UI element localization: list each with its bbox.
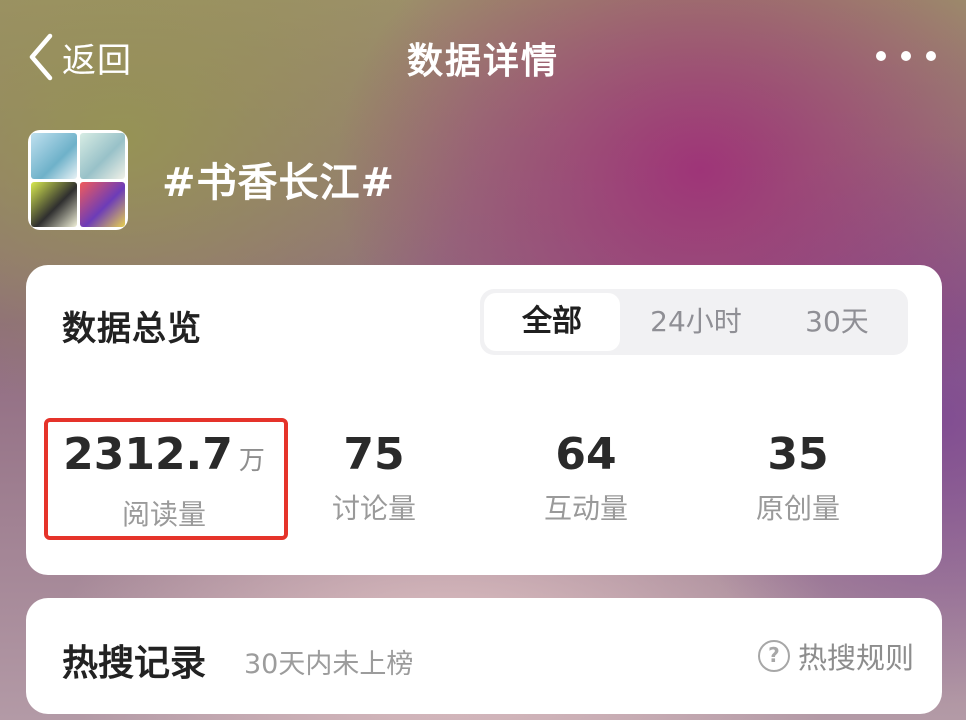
stat-label: 原创量	[755, 492, 840, 525]
stat-value: 75	[343, 429, 405, 480]
stat-discussions[interactable]: 75 讨论量	[264, 425, 484, 527]
thumbnail-tile	[79, 181, 125, 227]
hot-search-status: 30天内未上榜	[244, 649, 414, 680]
stat-value: 64	[555, 429, 617, 480]
hot-search-title: 热搜记录	[62, 643, 207, 684]
nav-bar: 返回 数据详情	[0, 0, 966, 110]
overview-title: 数据总览	[62, 309, 202, 349]
stat-label: 互动量	[543, 492, 628, 525]
stat-interactions[interactable]: 64 互动量	[476, 425, 696, 527]
stat-original[interactable]: 35 原创量	[688, 425, 908, 527]
tab-all[interactable]: 全部	[484, 293, 620, 351]
tab-30d[interactable]: 30天	[770, 289, 904, 355]
page-title: 数据详情	[406, 41, 559, 82]
dot	[901, 51, 911, 61]
highlight-annotation-box	[44, 418, 288, 540]
thumbnail-tile	[79, 133, 125, 179]
thumbnail-tile	[31, 133, 77, 179]
time-range-segmented-control: 全部 24小时 30天	[480, 289, 908, 355]
hot-search-card: 热搜记录 30天内未上榜 ? 热搜规则	[26, 598, 942, 714]
thumbnail-tile	[31, 181, 77, 227]
stat-label: 讨论量	[331, 492, 416, 525]
tab-24h[interactable]: 24小时	[626, 289, 766, 355]
question-circle-icon: ?	[757, 640, 790, 672]
stat-value: 35	[767, 429, 829, 480]
topic-thumbnail[interactable]	[28, 130, 128, 230]
topic-name: #书香长江#	[162, 160, 396, 206]
dot	[926, 51, 936, 61]
hot-search-rules-link[interactable]: ? 热搜规则	[757, 636, 914, 676]
more-dots-icon[interactable]	[876, 38, 936, 74]
rules-label: 热搜规则	[797, 641, 914, 675]
dot	[876, 51, 886, 61]
